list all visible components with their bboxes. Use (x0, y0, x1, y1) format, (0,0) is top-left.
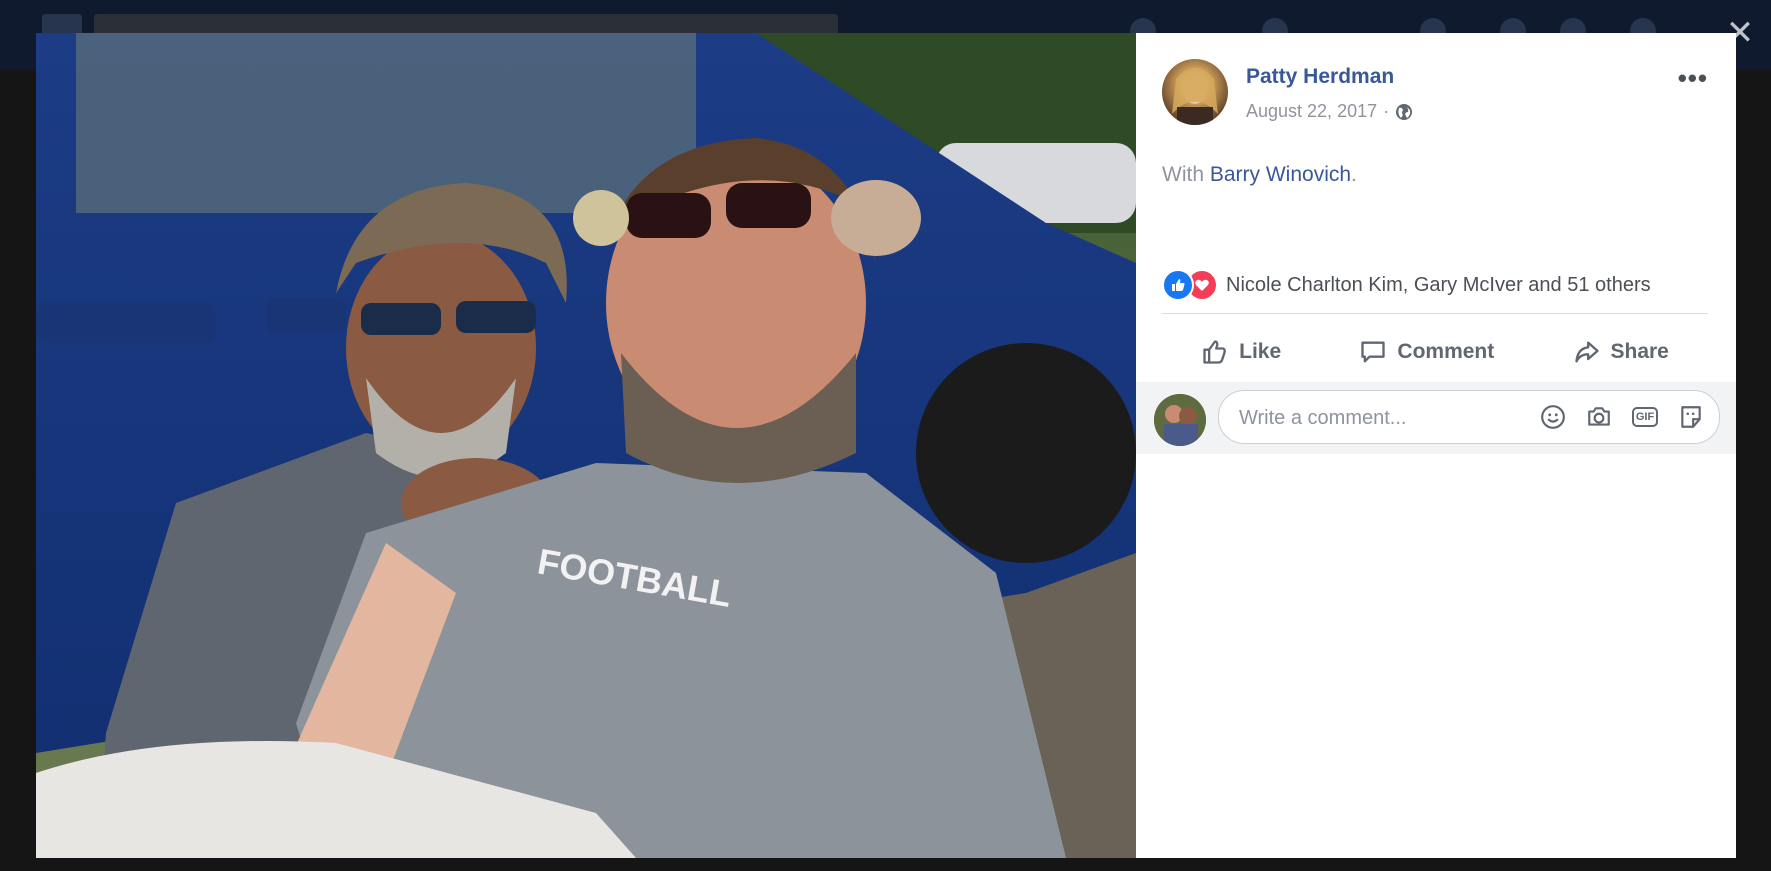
comment-label: Comment (1397, 340, 1495, 363)
with-prefix: With (1162, 163, 1204, 186)
tagged-line: With Barry Winovich. (1162, 163, 1357, 187)
avatar-image (1172, 68, 1218, 125)
camera-icon[interactable] (1585, 403, 1613, 431)
like-button[interactable]: Like (1201, 338, 1281, 366)
comment-composer: GIF (1136, 382, 1736, 454)
composer-icons: GIF (1539, 403, 1705, 431)
tagged-person-link[interactable]: Barry Winovich (1210, 163, 1351, 186)
globe-icon[interactable] (1395, 103, 1413, 121)
reaction-names[interactable]: Nicole Charlton Kim, Gary McIver and 51 … (1226, 274, 1651, 297)
author-name[interactable]: Patty Herdman (1246, 65, 1394, 89)
share-button[interactable]: Share (1573, 338, 1669, 366)
speech-bubble-icon (1361, 341, 1386, 363)
more-options-icon[interactable]: ••• (1678, 63, 1708, 94)
post-sidebar: Patty Herdman August 22, 2017 · ••• With… (1136, 33, 1736, 858)
post-actions: Like Comment Share (1162, 331, 1708, 373)
comment-input[interactable] (1237, 391, 1501, 445)
share-arrow-icon (1574, 341, 1599, 363)
with-suffix: . (1351, 163, 1357, 186)
like-reaction-icon (1162, 269, 1194, 301)
emoji-icon[interactable] (1539, 403, 1567, 431)
post-photo[interactable]: FOOTBALL (36, 33, 1136, 858)
like-label: Like (1239, 340, 1282, 363)
gif-icon[interactable]: GIF (1631, 403, 1659, 431)
thumbs-up-icon (1203, 340, 1227, 364)
divider (1162, 313, 1708, 314)
comment-button[interactable]: Comment (1359, 338, 1494, 366)
share-label: Share (1610, 340, 1669, 363)
post-meta: August 22, 2017 · (1246, 101, 1413, 122)
meta-separator: · (1383, 101, 1390, 121)
current-user-avatar (1154, 394, 1206, 446)
author-avatar[interactable] (1162, 59, 1228, 125)
sticker-icon[interactable] (1677, 403, 1705, 431)
avatar-image (1154, 394, 1206, 446)
comment-box: GIF (1218, 390, 1720, 445)
post-date[interactable]: August 22, 2017 (1246, 101, 1377, 122)
photo-illustration: FOOTBALL (36, 33, 1136, 858)
reaction-summary[interactable]: Nicole Charlton Kim, Gary McIver and 51 … (1162, 269, 1651, 301)
